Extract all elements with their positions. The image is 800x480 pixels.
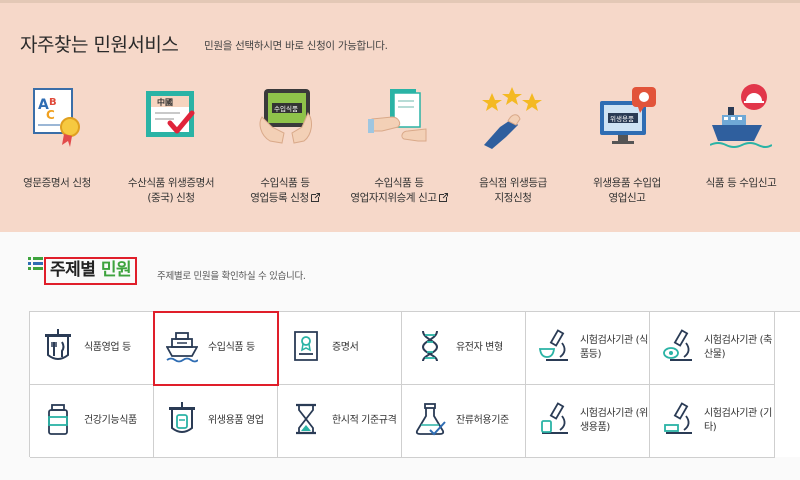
topic-health-functional-food[interactable]: 건강기능식품 bbox=[30, 385, 154, 458]
topic-gmo[interactable]: 유전자 변형 bbox=[402, 312, 526, 385]
service-label-line1: 영문증명서 신청 bbox=[23, 177, 91, 189]
service-label-line1: 위생용품 수입업 bbox=[593, 177, 661, 189]
section-title-part1: 주제별 bbox=[50, 260, 96, 280]
service-import-food-business-registration[interactable]: 수입식품 수입식품 등 영업등록 신청 bbox=[228, 83, 342, 223]
flask-check-icon bbox=[415, 403, 446, 436]
topic-testing-lab-livestock[interactable]: 시험검사기관 (축산물) bbox=[650, 312, 775, 385]
topic-testing-lab-food[interactable]: 시험검사기관 (식품등) bbox=[526, 312, 650, 385]
service-label-line1: 수산식품 위생증명서 bbox=[127, 177, 215, 189]
service-label-line1: 음식점 위생등급 bbox=[479, 177, 547, 189]
microscope-food-icon bbox=[538, 329, 568, 361]
ship-food-cloche-icon bbox=[710, 84, 772, 148]
service-label-line1: 수입식품 등 bbox=[260, 177, 310, 189]
service-label-line2: 영업신고 bbox=[608, 192, 646, 204]
supplement-jar-icon bbox=[48, 404, 68, 435]
service-label-line2: 영업자지위승계 신고 bbox=[350, 192, 437, 204]
certificate-document-icon bbox=[294, 331, 318, 361]
microscope-other-icon bbox=[664, 402, 692, 434]
ship-icon bbox=[166, 332, 198, 363]
banner-title: 자주찾는 민원서비스 bbox=[20, 34, 179, 56]
icon-sign-text: 中國 bbox=[157, 97, 173, 107]
topic-certificate[interactable]: 증명서 bbox=[278, 312, 402, 385]
monitor-hygiene-product-icon: 위생용품 bbox=[600, 87, 656, 144]
topic-food-business[interactable]: 식품영업 등 bbox=[30, 312, 154, 385]
icon-sign-text: 위생용품 bbox=[610, 114, 634, 123]
hourglass-icon bbox=[296, 403, 316, 435]
topic-grid: 식품영업 등 수입식품 등 증명서 유전자 변형 시험검사기관 (식품등) 시험… bbox=[29, 311, 800, 458]
topic-label: 잔류허용기준 bbox=[456, 415, 509, 426]
microscope-meat-icon bbox=[663, 329, 692, 361]
topic-hygiene-product-business[interactable]: 위생용품 영업 bbox=[154, 385, 278, 458]
dna-icon bbox=[421, 330, 439, 362]
topic-label: 위생용품 영업 bbox=[208, 415, 264, 426]
service-label-line2: 지정신청 bbox=[494, 192, 532, 204]
service-restaurant-hygiene-grade[interactable]: 음식점 위생등급 지정신청 bbox=[456, 83, 570, 223]
topic-label: 건강기능식품 bbox=[84, 415, 137, 426]
external-link-icon bbox=[438, 193, 448, 202]
topic-testing-lab-hygiene-products[interactable]: 시험검사기관 (위생용품) bbox=[526, 385, 650, 458]
topic-label: 유전자 변형 bbox=[456, 342, 503, 353]
frequent-services-banner: 자주찾는 민원서비스 민원을 선택하시면 바로 신청이 가능합니다. A B C… bbox=[0, 3, 800, 232]
topic-imported-food[interactable]: 수입식품 등 bbox=[153, 311, 279, 386]
hygiene-shop-sign-icon bbox=[169, 402, 195, 433]
service-business-succession-report[interactable]: 수입식품 등 영업자지위승계 신고 bbox=[342, 83, 456, 223]
service-english-certificate[interactable]: A B C 영문증명서 신청 bbox=[0, 83, 114, 223]
china-certificate-icon: 中國 bbox=[146, 91, 195, 137]
stars-rating-icon bbox=[482, 87, 542, 149]
topic-label: 시험검사기관 (축산물) bbox=[704, 335, 772, 360]
svg-text:C: C bbox=[46, 108, 55, 122]
service-label-line2: 영업등록 신청 bbox=[250, 192, 309, 204]
topic-testing-lab-other[interactable]: 시험검사기관 (기타) bbox=[650, 385, 775, 458]
microscope-hygiene-icon bbox=[541, 402, 568, 434]
handover-document-icon bbox=[368, 89, 427, 142]
topic-label: 시험검사기관 (위생용품) bbox=[580, 408, 648, 433]
service-label-line2: (중국) 신청 bbox=[147, 192, 195, 204]
topic-label: 시험검사기관 (기타) bbox=[704, 408, 772, 433]
topic-label: 한시적 기준규격 bbox=[332, 415, 397, 426]
topic-residue-limits[interactable]: 잔류허용기준 bbox=[402, 385, 526, 458]
svg-text:B: B bbox=[49, 97, 57, 108]
list-icon bbox=[28, 257, 43, 270]
topic-label: 수입식품 등 bbox=[208, 342, 255, 353]
topic-label: 식품영업 등 bbox=[84, 342, 131, 353]
section-title-part2: 민원 bbox=[100, 260, 132, 280]
section-subtitle: 주제별로 민원을 확인하실 수 있습니다. bbox=[157, 271, 306, 282]
external-link-icon bbox=[310, 193, 320, 202]
section-title: 주제별 민원 bbox=[44, 257, 138, 285]
banner-subtitle: 민원을 선택하시면 바로 신청이 가능합니다. bbox=[204, 40, 388, 52]
service-seafood-hygiene-certificate-china[interactable]: 中國 수산식품 위생증명서 (중국) 신청 bbox=[114, 83, 228, 223]
topic-label: 시험검사기관 (식품등) bbox=[580, 335, 648, 360]
topic-temporary-standards[interactable]: 한시적 기준규격 bbox=[278, 385, 402, 458]
tablet-import-food-icon: 수입식품 bbox=[259, 89, 312, 144]
service-label-line1: 식품 등 수입신고 bbox=[705, 177, 777, 189]
service-hygiene-product-import-report[interactable]: 위생용품 위생용품 수입업 영업신고 bbox=[570, 83, 684, 223]
restaurant-sign-icon bbox=[45, 329, 71, 360]
icon-sign-text: 수입식품 bbox=[274, 104, 298, 113]
topic-label: 증명서 bbox=[332, 342, 359, 353]
service-food-import-report[interactable]: 식품 등 수입신고 bbox=[684, 83, 798, 223]
certificate-abc-icon: A B C bbox=[33, 88, 80, 147]
service-label-line1: 수입식품 등 bbox=[374, 177, 424, 189]
